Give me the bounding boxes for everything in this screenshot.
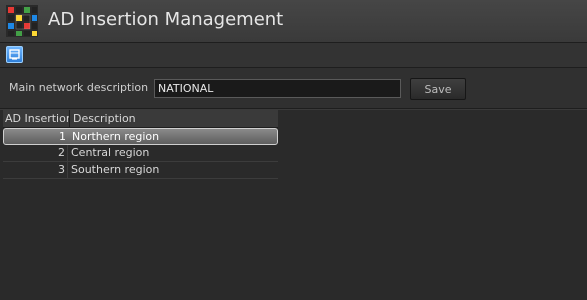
row-description: Central region	[71, 146, 150, 159]
row-id: 2	[3, 145, 68, 161]
column-header-ad-insertion[interactable]: AD Insertion	[3, 110, 70, 127]
window-title: AD Insertion Management	[48, 9, 284, 30]
app-tool-glyph-icon	[9, 49, 20, 60]
row-id: 1	[59, 130, 66, 143]
ad-insertion-grid: AD Insertion Description 1 Northern regi…	[3, 110, 278, 179]
table-row[interactable]: 1 Northern region	[3, 128, 278, 145]
checkered-grid-logo-icon	[6, 5, 38, 37]
table-row[interactable]: 3 Southern region	[3, 162, 278, 179]
grid-area: AD Insertion Description 1 Northern regi…	[0, 109, 587, 300]
network-form: Main network description Save	[0, 68, 587, 109]
toolbar	[0, 43, 587, 68]
app-tool-icon[interactable]	[6, 46, 23, 63]
network-description-input[interactable]	[154, 79, 401, 98]
save-button[interactable]: Save	[410, 78, 466, 100]
grid-header: AD Insertion Description	[3, 110, 278, 128]
column-header-description[interactable]: Description	[70, 110, 278, 127]
table-row[interactable]: 2 Central region	[3, 145, 278, 162]
row-description: Southern region	[71, 163, 160, 176]
network-description-label: Main network description	[9, 81, 149, 94]
title-bar: AD Insertion Management	[0, 0, 587, 43]
row-id: 3	[3, 162, 68, 178]
row-description: Northern region	[72, 130, 160, 143]
